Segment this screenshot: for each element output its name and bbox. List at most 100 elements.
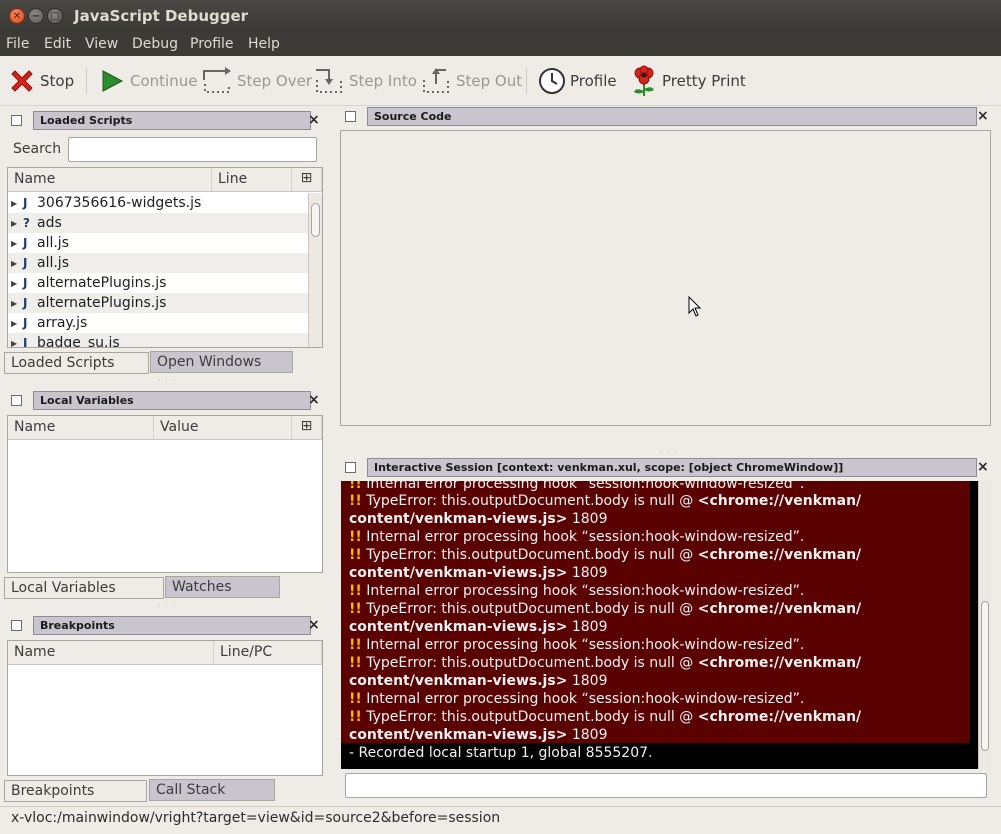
splitter-handle[interactable]: · · ·	[158, 376, 176, 385]
tab-breakpoints[interactable]: Breakpoints	[4, 780, 147, 802]
column-name[interactable]: Name	[8, 168, 212, 192]
minimize-window-button[interactable]: −	[28, 8, 44, 24]
profile-button[interactable]: Profile	[538, 64, 617, 98]
output-line: - Recorded local startup 1, global 85552…	[349, 744, 652, 762]
output-line: !! TypeError: this.outputDocument.body i…	[349, 492, 861, 510]
status-url: x-vloc:/mainwindow/vright?target=view&id…	[11, 810, 501, 826]
search-input[interactable]	[68, 137, 317, 162]
expand-icon[interactable]: ▶	[11, 259, 23, 268]
expand-icon[interactable]: ▶	[11, 299, 23, 308]
output-url[interactable]: content/venkman-views.js>	[349, 619, 567, 635]
menu-profile[interactable]: Profile	[190, 36, 234, 52]
tab-watches[interactable]: Watches	[165, 576, 280, 598]
menu-view[interactable]: View	[85, 36, 118, 52]
script-name: 3067356616-widgets.js	[37, 195, 202, 211]
expand-icon[interactable]: ▶	[11, 219, 23, 228]
interactive-session-header: Interactive Session [context: venkman.xu…	[345, 458, 990, 478]
panel-float-toggle[interactable]	[11, 115, 22, 126]
output-text: Internal error processing hook “session:…	[366, 637, 805, 653]
menu-edit[interactable]: Edit	[44, 36, 71, 52]
panel-float-toggle[interactable]	[345, 462, 356, 473]
expand-icon[interactable]: ▶	[11, 339, 23, 348]
toolbar-separator	[86, 68, 87, 94]
list-item[interactable]: ▶ Jall.js	[8, 233, 308, 253]
splitter-handle[interactable]: · · ·	[660, 448, 678, 457]
maximize-window-button[interactable]: □	[47, 8, 63, 24]
list-item[interactable]: ▶? ads	[8, 213, 308, 233]
expand-icon[interactable]: ▶	[11, 199, 23, 208]
close-window-button[interactable]: ✕	[9, 8, 25, 24]
column-name[interactable]: Name	[8, 641, 214, 665]
tab-local-variables[interactable]: Local Variables	[4, 577, 164, 599]
output-url[interactable]: <chrome://venkman/	[698, 601, 861, 617]
list-item[interactable]: ▶ Jall.js	[8, 253, 308, 273]
close-icon[interactable]: ×	[308, 392, 320, 408]
output-url[interactable]: <chrome://venkman/	[698, 709, 861, 725]
error-marker-icon: !!	[349, 583, 362, 599]
menu-file[interactable]: File	[6, 36, 29, 52]
output-url[interactable]: content/venkman-views.js>	[349, 565, 567, 581]
expand-icon[interactable]: ▶	[11, 239, 23, 248]
profile-label: Profile	[570, 72, 617, 90]
output-line: content/venkman-views.js> 1809	[349, 726, 608, 744]
title-bar: ✕ − □ JavaScript Debugger	[0, 0, 1001, 32]
continue-button[interactable]: Continue	[98, 64, 197, 98]
splitter-handle[interactable]: · · ·	[158, 601, 176, 610]
script-type-icon: ?	[23, 216, 30, 230]
close-icon[interactable]: ×	[977, 459, 989, 475]
column-picker-icon[interactable]: ⊞	[292, 416, 322, 440]
step-over-button[interactable]: Step Over	[201, 64, 312, 98]
error-marker-icon: !!	[349, 637, 362, 653]
script-type-icon: J	[23, 316, 28, 330]
script-name: all.js	[37, 255, 69, 271]
close-icon[interactable]: ×	[977, 108, 989, 124]
expand-icon[interactable]: ▶	[11, 279, 23, 288]
output-url[interactable]: <chrome://venkman/	[698, 547, 861, 563]
scripts-list: ▶ J 3067356616-widgets.js ▶? ads ▶ Jall.js ▶…	[8, 193, 308, 347]
close-icon[interactable]: ×	[308, 112, 320, 128]
scripts-scrollbar[interactable]	[308, 193, 322, 347]
output-line: !! TypeError: this.outputDocument.body i…	[349, 708, 861, 726]
column-line-pc[interactable]: Line/PC	[214, 641, 322, 665]
list-item[interactable]: ▶ Jarray.js	[8, 313, 308, 333]
session-input[interactable]	[345, 773, 987, 798]
close-icon[interactable]: ×	[308, 617, 320, 633]
pretty-print-button[interactable]: Pretty Print	[630, 64, 746, 98]
stop-icon	[11, 70, 33, 92]
list-item[interactable]: ▶ JalternatePlugins.js	[8, 273, 308, 293]
step-into-label: Step Into	[349, 72, 417, 90]
scrollbar-thumb[interactable]	[311, 203, 320, 237]
column-line[interactable]: Line	[212, 168, 292, 192]
stop-button[interactable]: Stop	[8, 64, 74, 98]
tab-call-stack[interactable]: Call Stack	[149, 779, 275, 801]
tab-open-windows[interactable]: Open Windows	[150, 351, 293, 373]
expand-icon[interactable]: ▶	[11, 319, 23, 328]
panel-float-toggle[interactable]	[345, 111, 356, 122]
output-url[interactable]: <chrome://venkman/	[698, 493, 861, 509]
output-text: TypeError: this.outputDocument.body is n…	[366, 655, 698, 671]
session-output[interactable]: !! Internal error processing hook “sessi…	[341, 481, 978, 769]
scrollbar-thumb[interactable]	[981, 601, 989, 751]
output-url[interactable]: content/venkman-views.js>	[349, 727, 567, 743]
tab-loaded-scripts[interactable]: Loaded Scripts	[4, 352, 149, 374]
menu-debug[interactable]: Debug	[132, 36, 178, 52]
column-value[interactable]: Value	[154, 416, 292, 440]
script-type-icon: J	[23, 296, 28, 310]
local-variables-title: Local Variables	[33, 391, 311, 410]
panel-float-toggle[interactable]	[11, 620, 22, 631]
list-item[interactable]: ▶ JalternatePlugins.js	[8, 293, 308, 313]
list-item[interactable]: ▶ J 3067356616-widgets.js	[8, 193, 308, 213]
step-into-button[interactable]: Step Into	[313, 64, 417, 98]
session-scrollbar[interactable]	[978, 481, 991, 769]
list-item[interactable]: ▶ Jbadge_su.js	[8, 333, 308, 347]
output-url[interactable]: content/venkman-views.js>	[349, 673, 567, 689]
output-url[interactable]: <chrome://venkman/	[698, 655, 861, 671]
output-url[interactable]: content/venkman-views.js>	[349, 511, 567, 527]
menu-help[interactable]: Help	[248, 36, 280, 52]
step-out-button[interactable]: Step Out	[420, 64, 522, 98]
loaded-scripts-header: Loaded Scripts ×	[11, 111, 323, 131]
column-name[interactable]: Name	[8, 416, 154, 440]
panel-float-toggle[interactable]	[11, 395, 22, 406]
column-picker-icon[interactable]: ⊞	[292, 168, 322, 192]
source-code-view[interactable]	[340, 130, 991, 426]
